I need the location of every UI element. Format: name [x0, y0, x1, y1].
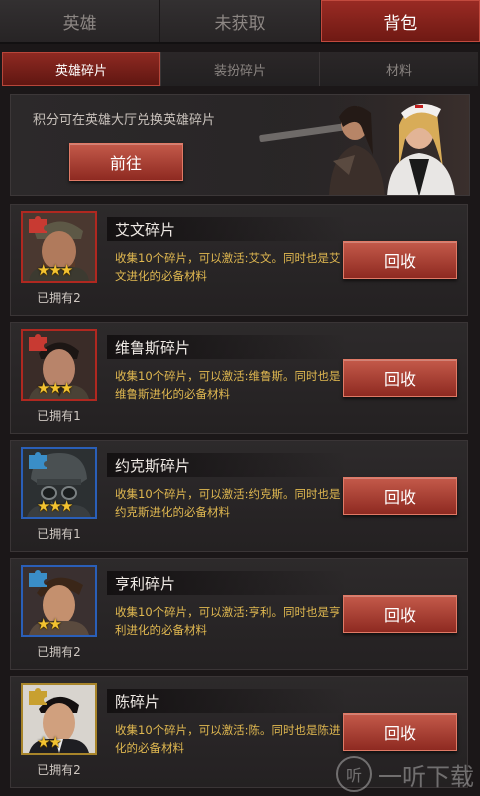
owned-count: 已拥有1: [37, 527, 81, 541]
top-tab-bar: 英雄 未获取 背包: [0, 0, 480, 44]
owned-count: 已拥有2: [37, 763, 81, 777]
watermark-text: 一听下载: [378, 762, 474, 791]
list-item: ★★ 已拥有2 亨利碎片 收集10个碎片，可以激活:亨利。同时也是亨利进化的必备…: [10, 558, 468, 670]
hero-portrait[interactable]: ★★: [21, 565, 97, 637]
fragment-description: 收集10个碎片，可以激活:陈。同时也是陈进化的必备材料: [115, 723, 341, 755]
fragment-name: 维鲁斯碎片: [107, 335, 347, 359]
fragment-name: 陈碎片: [107, 689, 347, 713]
puzzle-red-icon: [29, 216, 47, 233]
tab-not-obtained[interactable]: 未获取: [160, 0, 321, 42]
list-item: ★★★ 已拥有2 艾文碎片 收集10个碎片，可以激活:艾文。同时也是艾文进化的必…: [10, 204, 468, 316]
banner-text: 积分可在英雄大厅兑换英雄碎片: [33, 113, 216, 128]
fragment-description: 收集10个碎片，可以激活:亨利。同时也是亨利进化的必备材料: [115, 605, 341, 637]
owned-count: 已拥有1: [37, 409, 81, 423]
owned-count: 已拥有2: [37, 645, 81, 659]
hero-portrait[interactable]: ★★★: [21, 447, 97, 519]
watermark-logo-icon: 听: [336, 756, 372, 792]
fragment-name: 艾文碎片: [107, 217, 347, 241]
fragment-description: 收集10个碎片，可以激活:约克斯。同时也是约克斯进化的必备材料: [115, 487, 341, 519]
puzzle-blue-icon: [29, 570, 47, 587]
fragment-name: 约克斯碎片: [107, 453, 347, 477]
goto-button[interactable]: 前往: [69, 143, 183, 181]
recycle-button[interactable]: 回收: [343, 241, 457, 279]
puzzle-red-icon: [29, 334, 47, 351]
puzzle-blue-icon: [29, 452, 47, 469]
fragment-description: 收集10个碎片，可以激活:艾文。同时也是艾文进化的必备材料: [115, 251, 341, 283]
recycle-button[interactable]: 回收: [343, 595, 457, 633]
star-rating: ★★★: [37, 379, 73, 397]
subtab-hero-fragments[interactable]: 英雄碎片: [2, 52, 161, 86]
hero-portrait[interactable]: ★★★: [21, 211, 97, 283]
recycle-button[interactable]: 回收: [343, 359, 457, 397]
star-rating: ★★★: [37, 497, 73, 515]
fragment-name: 亨利碎片: [107, 571, 347, 595]
star-rating: ★★★: [37, 261, 73, 279]
site-watermark: 听 一听下载: [336, 756, 474, 792]
recycle-button[interactable]: 回收: [343, 713, 457, 751]
hero-portrait[interactable]: ★★: [21, 683, 97, 755]
subtab-outfit-fragments[interactable]: 装扮碎片: [161, 52, 320, 86]
hero-portrait[interactable]: ★★★: [21, 329, 97, 401]
fragment-description: 收集10个碎片，可以激活:维鲁斯。同时也是维鲁斯进化的必备材料: [115, 369, 341, 401]
list-item: ★★★ 已拥有1 维鲁斯碎片 收集10个碎片，可以激活:维鲁斯。同时也是维鲁斯进…: [10, 322, 468, 434]
list-item: ★★★ 已拥有1 约克斯碎片 收集10个碎片，可以激活:约克斯。同时也是约克斯进…: [10, 440, 468, 552]
recycle-button[interactable]: 回收: [343, 477, 457, 515]
sub-tab-bar: 英雄碎片 装扮碎片 材料: [0, 52, 480, 86]
star-rating: ★★: [37, 615, 62, 633]
exchange-banner: 积分可在英雄大厅兑换英雄碎片 前往: [10, 94, 470, 196]
tab-backpack[interactable]: 背包: [320, 0, 480, 42]
fragment-list: ★★★ 已拥有2 艾文碎片 收集10个碎片，可以激活:艾文。同时也是艾文进化的必…: [10, 204, 470, 794]
owned-count: 已拥有2: [37, 291, 81, 305]
subtab-materials[interactable]: 材料: [320, 52, 478, 86]
star-rating: ★★: [37, 733, 62, 751]
tab-heroes[interactable]: 英雄: [0, 0, 161, 42]
heroes-artwork: [259, 95, 469, 195]
puzzle-gold-icon: [29, 688, 47, 705]
